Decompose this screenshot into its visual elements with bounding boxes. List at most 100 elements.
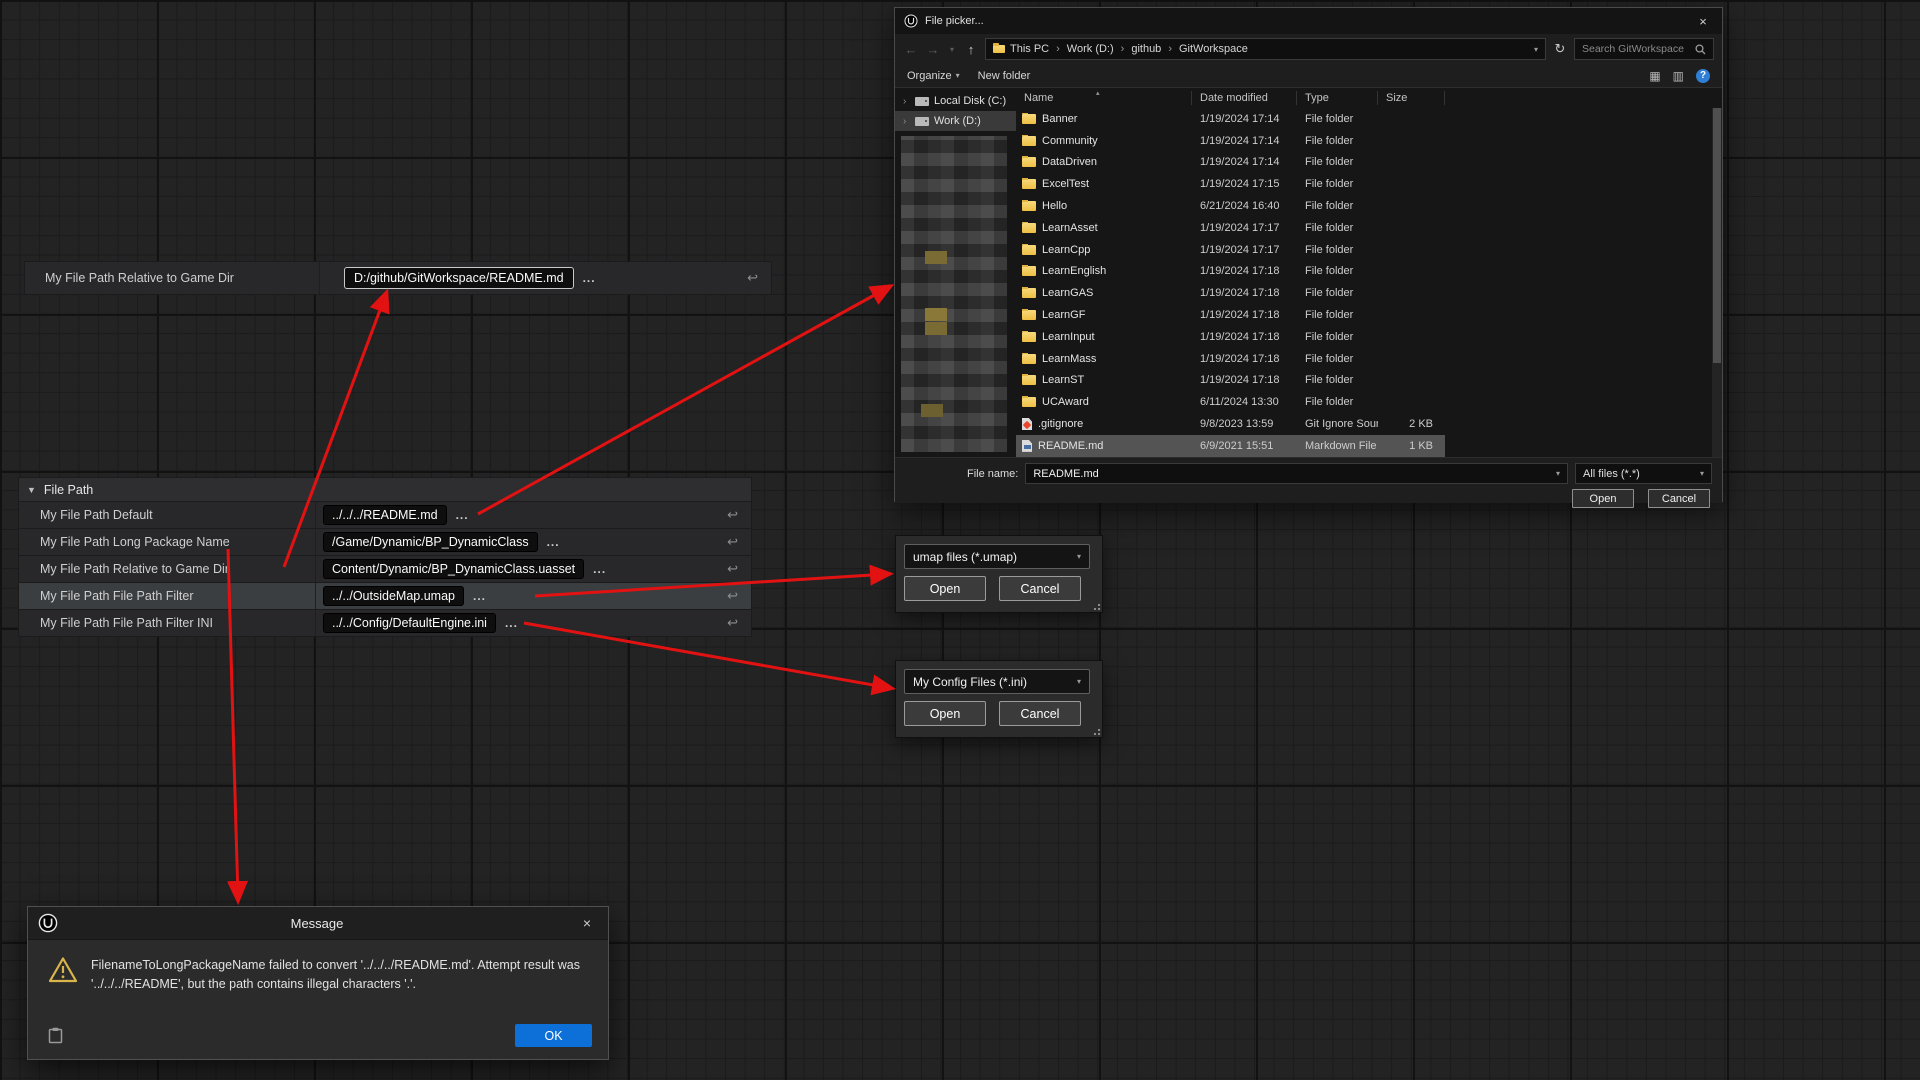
cancel-button[interactable]: Cancel	[1648, 489, 1710, 508]
details-row[interactable]: My File Path File Path Filter ../../Outs…	[18, 583, 752, 610]
file-row[interactable]: LearnCpp 1/19/2024 17:17 File folder	[1016, 239, 1712, 261]
scrollbar[interactable]	[1712, 108, 1722, 457]
cancel-button[interactable]: Cancel	[999, 701, 1081, 726]
change-view-icon[interactable]: ▦	[1649, 69, 1660, 83]
breadcrumb-work-d[interactable]: Work (D:)	[1067, 43, 1114, 55]
file-path-input[interactable]: ../../Config/DefaultEngine.ini	[323, 613, 496, 633]
details-row[interactable]: My File Path Default ../../../README.md …	[18, 502, 752, 529]
file-path-input[interactable]: ../../OutsideMap.umap	[323, 586, 464, 606]
reset-to-default-icon[interactable]: ↩	[747, 270, 758, 286]
file-path-input[interactable]: ../../../README.md	[323, 505, 447, 525]
file-row[interactable]: LearnInput 1/19/2024 17:18 File folder	[1016, 326, 1712, 348]
folder-icon	[1022, 288, 1036, 298]
titlebar[interactable]: Message ×	[28, 907, 608, 940]
browse-button[interactable]: ...	[473, 589, 486, 603]
file-row[interactable]: ExcelTest 1/19/2024 17:15 File folder	[1016, 173, 1712, 195]
expander-icon[interactable]: ›	[903, 96, 910, 107]
file-row[interactable]: .gitignore 9/8/2023 13:59 Git Ignore Sou…	[1016, 413, 1712, 435]
file-type: Git Ignore Source ...	[1297, 418, 1378, 430]
category-header-file-path[interactable]: ▼ File Path	[18, 477, 752, 502]
reset-to-default-icon[interactable]: ↩	[727, 615, 738, 631]
open-button[interactable]: Open	[904, 701, 986, 726]
file-row-selected[interactable]: README.md 6/9/2021 15:51 Markdown File 1…	[1016, 435, 1712, 457]
sidebar-item-local-disk-c[interactable]: › Local Disk (C:)	[895, 91, 1016, 111]
column-header-name[interactable]: Name ▴	[1016, 91, 1192, 105]
browse-button[interactable]: ...	[547, 535, 560, 549]
sidebar-item-work-d[interactable]: › Work (D:)	[895, 111, 1016, 131]
chevron-down-icon: ▾	[1071, 677, 1081, 686]
ok-button[interactable]: OK	[515, 1024, 592, 1047]
resize-grip[interactable]	[1091, 726, 1101, 736]
browse-button[interactable]: ...	[593, 562, 606, 576]
resize-grip[interactable]	[1091, 601, 1101, 611]
folder-icon	[1022, 136, 1036, 146]
preview-pane-icon[interactable]: ▥	[1673, 69, 1684, 83]
organize-button[interactable]: Organize ▾	[907, 70, 960, 82]
open-button[interactable]: Open	[1572, 489, 1634, 508]
file-row[interactable]: Banner 1/19/2024 17:14 File folder	[1016, 108, 1712, 130]
file-date: 1/19/2024 17:18	[1192, 265, 1297, 277]
back-icon[interactable]: ←	[903, 42, 919, 57]
property-value-cell: ../../OutsideMap.umap ... ↩	[316, 583, 751, 609]
folder-icon	[1022, 114, 1036, 124]
reset-to-default-icon[interactable]: ↩	[727, 588, 738, 604]
window-title: File picker...	[925, 15, 984, 27]
expander-icon[interactable]: ›	[903, 116, 910, 127]
refresh-icon[interactable]: ↻	[1552, 41, 1568, 57]
close-icon[interactable]: ×	[1693, 14, 1713, 29]
open-button[interactable]: Open	[904, 576, 986, 601]
reset-to-default-icon[interactable]: ↩	[727, 561, 738, 577]
file-type-combobox[interactable]: All files (*.*) ▾	[1575, 463, 1712, 484]
breadcrumb-gitworkspace[interactable]: GitWorkspace	[1179, 43, 1248, 55]
file-row[interactable]: LearnEnglish 1/19/2024 17:18 File folder	[1016, 261, 1712, 283]
file-filter-dropdown[interactable]: My Config Files (*.ini) ▾	[904, 669, 1090, 694]
details-row[interactable]: My File Path File Path Filter INI ../../…	[18, 610, 752, 637]
file-filter-dropdown[interactable]: umap files (*.umap) ▾	[904, 544, 1090, 569]
browse-button[interactable]: ...	[583, 271, 596, 285]
file-path-input[interactable]: /Game/Dynamic/BP_DynamicClass	[323, 532, 538, 552]
file-type: Markdown File	[1297, 440, 1378, 452]
browse-button[interactable]: ...	[456, 508, 469, 522]
details-row[interactable]: My File Path Relative to Game Dir Conten…	[18, 556, 752, 583]
file-row[interactable]: LearnST 1/19/2024 17:18 File folder	[1016, 370, 1712, 392]
column-header-date-modified[interactable]: Date modified	[1192, 91, 1297, 105]
file-row[interactable]: Community 1/19/2024 17:14 File folder	[1016, 130, 1712, 152]
new-folder-button[interactable]: New folder	[978, 70, 1031, 82]
file-row[interactable]: LearnMass 1/19/2024 17:18 File folder	[1016, 348, 1712, 370]
property-value-cell: ../../../README.md ... ↩	[316, 502, 751, 528]
message-text: FilenameToLongPackageName failed to conv…	[91, 956, 588, 994]
file-row[interactable]: DataDriven 1/19/2024 17:14 File folder	[1016, 152, 1712, 174]
file-row[interactable]: LearnGF 1/19/2024 17:18 File folder	[1016, 304, 1712, 326]
up-icon[interactable]: ↑	[963, 42, 979, 57]
column-header-type[interactable]: Type	[1297, 91, 1378, 105]
reset-to-default-icon[interactable]: ↩	[727, 507, 738, 523]
address-bar[interactable]: This PC › Work (D:) › github › GitWorksp…	[985, 38, 1546, 60]
file-name-combobox[interactable]: README.md ▾	[1025, 463, 1568, 484]
file-row[interactable]: Hello 6/21/2024 16:40 File folder	[1016, 195, 1712, 217]
copy-to-clipboard-icon[interactable]	[48, 1027, 63, 1044]
titlebar[interactable]: File picker... ×	[895, 8, 1722, 34]
breadcrumb-this-pc[interactable]: This PC	[1010, 43, 1049, 55]
reset-to-default-icon[interactable]: ↩	[727, 534, 738, 550]
search-input[interactable]	[1582, 43, 1695, 55]
git-file-icon	[1022, 418, 1032, 430]
file-row[interactable]: LearnAsset 1/19/2024 17:17 File folder	[1016, 217, 1712, 239]
address-dropdown-icon[interactable]: ▾	[1534, 45, 1538, 54]
scrollbar-thumb[interactable]	[1713, 108, 1721, 363]
details-row[interactable]: My File Path Long Package Name /Game/Dyn…	[18, 529, 752, 556]
search-box[interactable]	[1574, 38, 1714, 60]
close-icon[interactable]: ×	[576, 915, 598, 931]
file-date: 6/11/2024 13:30	[1192, 396, 1297, 408]
cancel-button[interactable]: Cancel	[999, 576, 1081, 601]
chevron-down-icon: ▾	[956, 71, 960, 80]
file-path-input[interactable]: Content/Dynamic/BP_DynamicClass.uasset	[323, 559, 584, 579]
file-path-input[interactable]: D:/github/GitWorkspace/README.md	[344, 267, 574, 289]
column-header-size[interactable]: Size	[1378, 91, 1445, 105]
help-icon[interactable]: ?	[1696, 69, 1710, 83]
file-row[interactable]: UCAward 6/11/2024 13:30 File folder	[1016, 391, 1712, 413]
browse-button[interactable]: ...	[505, 616, 518, 630]
forward-icon[interactable]: →	[925, 42, 941, 57]
breadcrumb-github[interactable]: github	[1131, 43, 1161, 55]
history-dropdown-icon[interactable]: ▾	[947, 45, 957, 54]
file-row[interactable]: LearnGAS 1/19/2024 17:18 File folder	[1016, 282, 1712, 304]
